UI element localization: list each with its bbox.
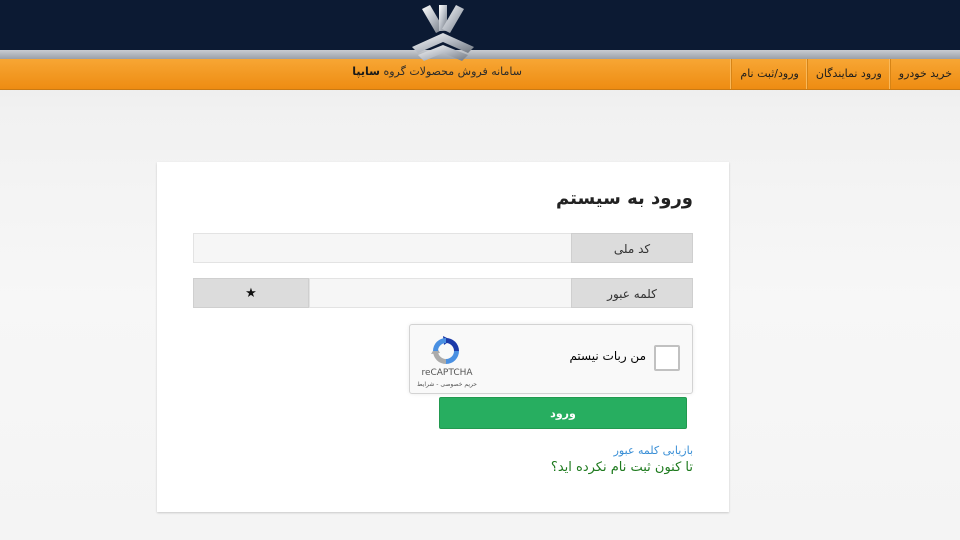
recaptcha-brand: reCAPTCHA bbox=[421, 368, 473, 378]
recaptcha-widget: من ربات نیستم reCAPTCHA حریم خصوصی - شرا… bbox=[409, 324, 693, 394]
recaptcha-terms-link[interactable]: حریم خصوصی - شرایط bbox=[410, 381, 484, 388]
nav-dealers-login[interactable]: ورود نمایندگان bbox=[806, 59, 890, 89]
recaptcha-icon bbox=[431, 336, 459, 364]
password-input[interactable] bbox=[309, 278, 571, 308]
page-title: ورود به سیستم bbox=[555, 188, 693, 209]
header-nav: خرید خودرو ورود نمایندگان ورود/ثبت نام bbox=[731, 59, 960, 89]
tagline-brand: سایپا bbox=[352, 65, 380, 78]
top-header-bar bbox=[0, 0, 960, 50]
password-toggle-button[interactable]: ★ bbox=[193, 278, 309, 308]
recaptcha-checkbox[interactable] bbox=[654, 345, 680, 371]
password-label: کلمه عبور bbox=[571, 278, 693, 308]
saipa-logo-icon[interactable] bbox=[408, 3, 478, 65]
national-code-label: کد ملی bbox=[571, 233, 693, 263]
password-row: ★ کلمه عبور bbox=[193, 278, 693, 308]
header-tagline: سامانه فروش محصولات گروه سایپا bbox=[300, 65, 522, 78]
login-card: ورود به سیستم کد ملی ★ کلمه عبور من ربات… bbox=[157, 162, 729, 512]
header-divider bbox=[0, 50, 960, 59]
recaptcha-label: من ربات نیستم bbox=[569, 349, 646, 363]
nav-login-register[interactable]: ورود/ثبت نام bbox=[731, 59, 806, 89]
national-code-input[interactable] bbox=[193, 233, 571, 263]
forgot-password-link[interactable]: بازیابی کلمه عبور bbox=[614, 444, 693, 457]
login-button[interactable]: ورود bbox=[439, 397, 687, 429]
register-link[interactable]: تا کنون ثبت نام نکرده اید؟ bbox=[551, 460, 693, 475]
nav-buy-car[interactable]: خرید خودرو bbox=[889, 59, 960, 89]
national-code-row: کد ملی bbox=[193, 233, 693, 263]
tagline-prefix: سامانه فروش محصولات گروه bbox=[383, 65, 522, 78]
